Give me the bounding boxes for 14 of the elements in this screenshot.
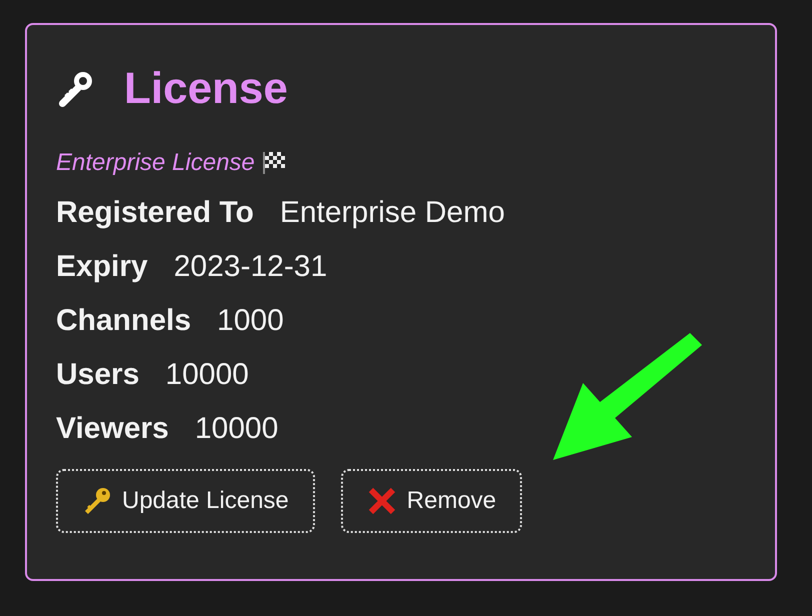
- field-value: 1000: [217, 302, 284, 338]
- field-value: Enterprise Demo: [280, 194, 505, 230]
- field-label: Viewers: [56, 410, 169, 446]
- card-title: License: [124, 67, 288, 111]
- field-label: Expiry: [56, 248, 148, 284]
- field-value: 10000: [194, 410, 278, 446]
- field-label: Users: [56, 356, 140, 392]
- field-value: 2023-12-31: [174, 248, 328, 284]
- update-button[interactable]: Update License: [56, 469, 315, 533]
- field-label: Channels: [56, 302, 192, 338]
- remove-button[interactable]: Remove: [340, 469, 522, 533]
- field-label: Registered To: [56, 194, 254, 230]
- field-value: 10000: [165, 356, 249, 392]
- license-type: Enterprise License: [56, 148, 255, 178]
